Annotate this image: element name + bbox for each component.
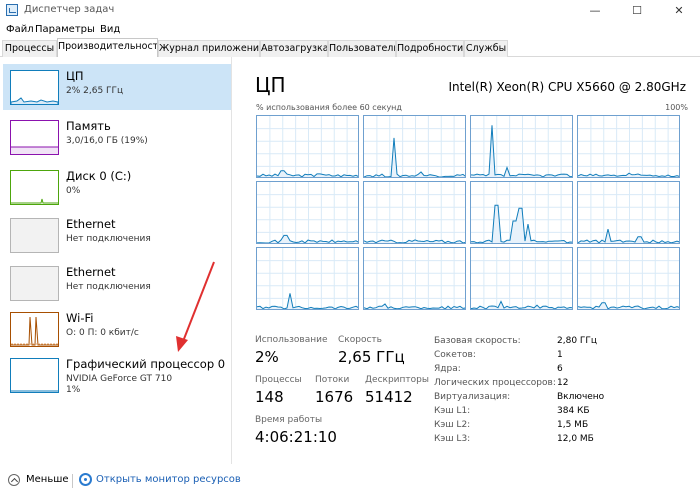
logical-processor-graph — [577, 247, 680, 310]
sidebar-ethernet-2-title: Ethernet — [66, 265, 116, 279]
sidebar-gpu-title: Графический процессор 0 — [66, 357, 226, 371]
cpu-thumbnail — [10, 70, 59, 105]
fewer-details-button[interactable]: Меньше — [26, 474, 69, 485]
uptime-value: 4:06:21:10 — [255, 428, 337, 446]
info-label-l1-cache: Кэш L1: — [434, 406, 471, 416]
sidebar-item-ethernet-2[interactable]: Ethernet Нет подключения — [3, 260, 231, 306]
sidebar-memory-title: Память — [66, 119, 111, 133]
window-title: Диспетчер задач — [24, 4, 115, 15]
info-value-l2-cache: 1,5 МБ — [557, 420, 589, 430]
sidebar-item-gpu[interactable]: Графический процессор 0 NVIDIA GeForce G… — [3, 352, 231, 398]
info-value-l3-cache: 12,0 МБ — [557, 434, 594, 444]
menu-file[interactable]: Файл — [6, 24, 34, 35]
processes-label: Процессы — [255, 375, 302, 385]
disk-thumbnail — [10, 170, 59, 205]
page-title: ЦП — [255, 73, 286, 97]
info-label-l3-cache: Кэш L3: — [434, 434, 471, 444]
logical-processor-graph — [363, 115, 466, 178]
info-value-sockets: 1 — [557, 350, 563, 360]
sidebar-wifi-sub: О: 0 П: 0 кбит/с — [66, 328, 139, 338]
task-manager-icon — [6, 4, 18, 16]
title-bar: Диспетчер задач — ☐ ✕ — [0, 0, 700, 21]
info-value-cores: 6 — [557, 364, 563, 374]
sidebar-disk-title: Диск 0 (C:) — [66, 169, 132, 183]
sidebar-ethernet-2-sub: Нет подключения — [66, 282, 151, 292]
open-resource-monitor-link[interactable]: Открыть монитор ресурсов — [96, 474, 241, 485]
info-label-sockets: Сокетов: — [434, 350, 476, 360]
footer-bar: Меньше Открыть монитор ресурсов — [0, 466, 700, 494]
usage-value: 2% — [255, 348, 279, 366]
tab-startup[interactable]: Автозагрузка — [260, 40, 328, 57]
logical-processor-graph — [363, 247, 466, 310]
logical-processor-graph — [256, 247, 359, 310]
sidebar-item-ethernet-1[interactable]: Ethernet Нет подключения — [3, 212, 231, 258]
info-label-virtualization: Виртуализация: — [434, 392, 511, 402]
info-label-cores: Ядра: — [434, 364, 461, 374]
ethernet-1-thumbnail — [10, 218, 59, 253]
sidebar-item-disk[interactable]: Диск 0 (C:) 0% — [3, 164, 231, 210]
info-value-logical-processors: 12 — [557, 378, 569, 388]
info-label-l2-cache: Кэш L2: — [434, 420, 471, 430]
sidebar-wifi-title: Wi-Fi — [66, 311, 94, 325]
tab-processes[interactable]: Процессы — [2, 40, 57, 57]
gpu-thumbnail — [10, 358, 59, 393]
sidebar-disk-sub: 0% — [66, 186, 81, 196]
speed-value: 2,65 ГГц — [338, 348, 405, 366]
ethernet-2-thumbnail — [10, 266, 59, 301]
cpu-detail-panel: ЦП Intel(R) Xeon(R) CPU X5660 @ 2.80GHz … — [240, 57, 700, 464]
wifi-thumbnail — [10, 312, 59, 347]
logical-processor-graph — [577, 115, 680, 178]
logical-processor-graphs — [256, 115, 686, 323]
threads-label: Потоки — [315, 375, 350, 385]
processes-value: 148 — [255, 388, 284, 406]
info-label-base-speed: Базовая скорость: — [434, 336, 521, 346]
tab-users[interactable]: Пользователи — [328, 40, 396, 57]
sidebar-ethernet-1-title: Ethernet — [66, 217, 116, 231]
sidebar-cpu-sub: 2% 2,65 ГГц — [66, 86, 124, 96]
info-value-base-speed: 2,80 ГГц — [557, 336, 598, 346]
cpu-model-name: Intel(R) Xeon(R) CPU X5660 @ 2.80GHz — [448, 80, 686, 94]
menu-options[interactable]: Параметры — [35, 24, 95, 35]
info-value-l1-cache: 384 КБ — [557, 406, 590, 416]
graph-max-label: 100% — [665, 103, 688, 112]
uptime-label: Время работы — [255, 415, 323, 425]
sidebar-gpu-usage: 1% — [66, 385, 81, 395]
speed-label: Скорость — [338, 335, 382, 345]
sidebar-item-cpu[interactable]: ЦП 2% 2,65 ГГц — [3, 64, 231, 110]
chevron-up-icon[interactable] — [8, 474, 20, 486]
tab-performance[interactable]: Производительность — [57, 38, 158, 57]
tab-services[interactable]: Службы — [464, 40, 508, 57]
sidebar-memory-sub: 3,0/16,0 ГБ (19%) — [66, 136, 148, 146]
logical-processor-graph — [470, 247, 573, 310]
minimize-button[interactable]: — — [574, 0, 616, 21]
sidebar-cpu-title: ЦП — [66, 69, 84, 83]
handles-value: 51412 — [365, 388, 413, 406]
logical-processor-graph — [470, 115, 573, 178]
resource-sidebar: ЦП 2% 2,65 ГГц Память 3,0/16,0 ГБ (19%) … — [0, 57, 232, 464]
threads-value: 1676 — [315, 388, 354, 406]
tab-details[interactable]: Подробности — [396, 40, 464, 57]
logical-processor-graph — [256, 181, 359, 244]
graph-caption: % использования более 60 секунд — [256, 103, 402, 112]
handles-label: Дескрипторы — [365, 375, 429, 385]
memory-thumbnail — [10, 120, 59, 155]
sidebar-ethernet-1-sub: Нет подключения — [66, 234, 151, 244]
logical-processor-graph — [256, 115, 359, 178]
tab-strip: Процессы Производительность Журнал прило… — [0, 38, 700, 57]
logical-processor-graph — [363, 181, 466, 244]
info-value-virtualization: Включено — [557, 392, 605, 402]
logical-processor-graph — [470, 181, 573, 244]
info-label-logical-processors: Логических процессоров: — [434, 378, 556, 388]
usage-label: Использование — [255, 335, 328, 345]
resource-monitor-icon[interactable] — [79, 473, 92, 486]
close-button[interactable]: ✕ — [658, 0, 700, 21]
logical-processor-graph — [577, 181, 680, 244]
sidebar-gpu-sub: NVIDIA GeForce GT 710 — [66, 374, 173, 384]
sidebar-item-wifi[interactable]: Wi-Fi О: 0 П: 0 кбит/с — [3, 306, 231, 352]
maximize-button[interactable]: ☐ — [616, 0, 658, 21]
tab-app-history[interactable]: Журнал приложений — [158, 40, 260, 57]
footer-divider — [72, 474, 73, 488]
menu-view[interactable]: Вид — [100, 24, 120, 35]
sidebar-item-memory[interactable]: Память 3,0/16,0 ГБ (19%) — [3, 114, 231, 160]
